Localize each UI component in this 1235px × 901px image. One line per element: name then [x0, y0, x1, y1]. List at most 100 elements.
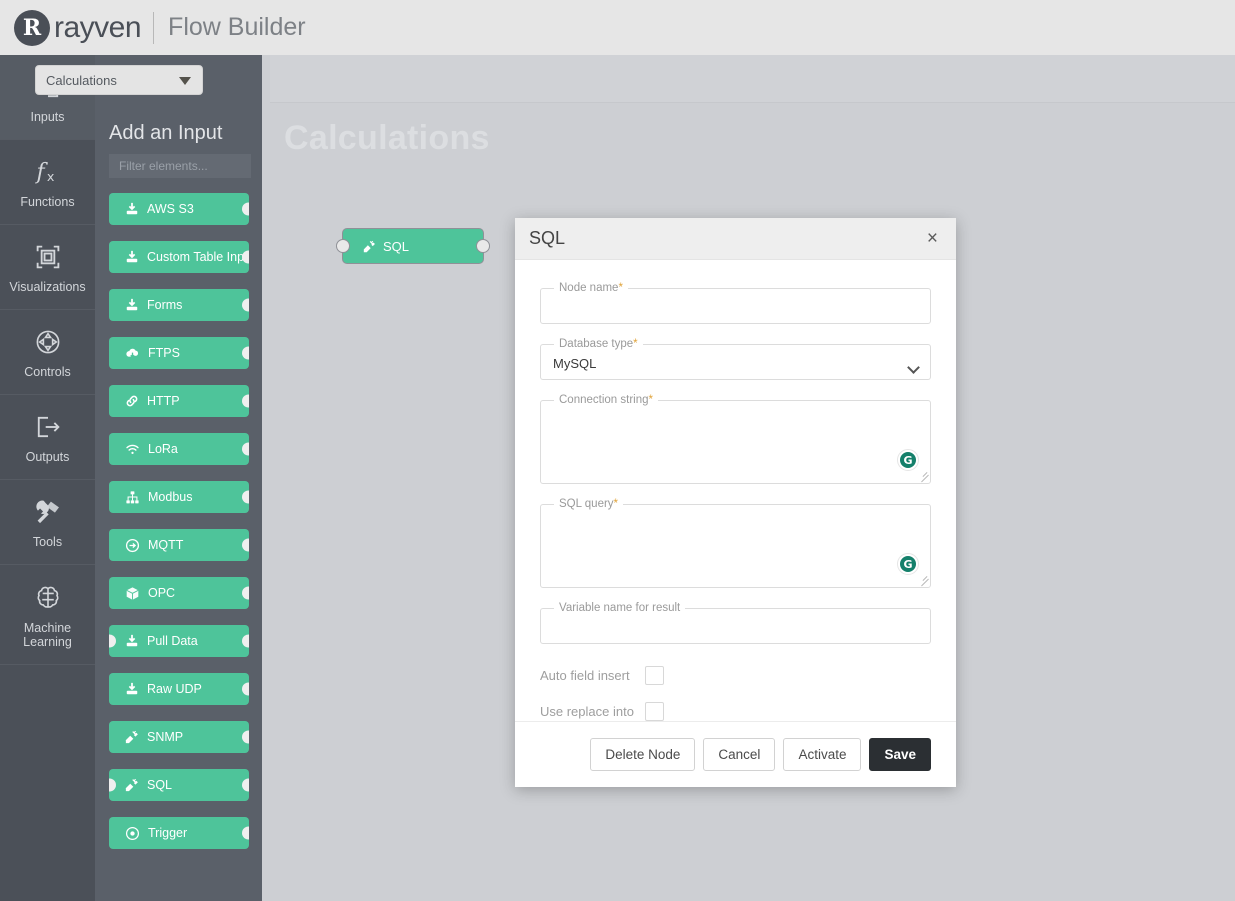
element-output-port[interactable]	[242, 682, 249, 696]
canvas-watermark-title: Calculations	[284, 119, 490, 157]
save-button[interactable]: Save	[869, 738, 931, 771]
panel-scrollbar[interactable]	[262, 55, 270, 901]
use-replace-into-row: Use replace into	[540, 702, 931, 721]
dialog-title: SQL	[529, 228, 566, 248]
rail-item-outputs[interactable]: Outputs	[0, 395, 95, 480]
rail-label: Outputs	[25, 450, 70, 464]
element-output-port[interactable]	[242, 586, 249, 600]
cloud-download-icon	[125, 346, 140, 361]
element-item-lora[interactable]: LoRa	[109, 433, 249, 465]
element-item-raw-udp[interactable]: Raw UDP	[109, 673, 249, 705]
rail-label: Inputs	[30, 110, 65, 124]
workspace-selector[interactable]: Calculations	[35, 65, 203, 95]
plug-icon	[125, 730, 139, 744]
variable-name-input[interactable]	[551, 614, 920, 640]
element-output-port[interactable]	[242, 346, 249, 360]
element-input-port[interactable]	[109, 778, 116, 792]
element-input-port[interactable]	[109, 634, 116, 648]
element-item-trigger[interactable]: Trigger	[109, 817, 249, 849]
rail-item-machine-learning[interactable]: Machine Learning	[0, 565, 95, 665]
element-output-port[interactable]	[242, 298, 249, 312]
delete-node-button[interactable]: Delete Node	[590, 738, 696, 771]
element-output-port[interactable]	[242, 730, 249, 744]
node-input-port[interactable]	[336, 239, 350, 253]
element-label: FTPS	[148, 346, 180, 360]
element-label: Raw UDP	[147, 682, 202, 696]
link-icon	[125, 394, 139, 408]
filter-elements-input[interactable]	[109, 154, 251, 178]
element-item-ftps[interactable]: FTPS	[109, 337, 249, 369]
grammarly-icon[interactable]: G	[897, 553, 919, 575]
wifi-icon	[125, 442, 140, 457]
textarea-resize-handle[interactable]	[919, 576, 929, 586]
element-output-port[interactable]	[242, 826, 249, 840]
dpad-icon	[33, 325, 63, 359]
brand-wordmark: rayven	[54, 10, 142, 44]
download-icon	[125, 634, 139, 648]
element-label: SQL	[147, 778, 173, 792]
canvas-node-sql[interactable]: SQL	[336, 228, 490, 264]
activate-button[interactable]: Activate	[783, 738, 862, 771]
grammarly-badge-letter: G	[900, 556, 916, 572]
workspace-selector-wrap: Calculations	[35, 65, 203, 95]
element-item-custom-table-input[interactable]: Custom Table Input	[109, 241, 249, 273]
connection-string-textarea[interactable]	[551, 406, 920, 470]
node-name-input[interactable]	[551, 294, 920, 320]
node-name-field: Node name*	[540, 282, 931, 324]
arrow-circle-right-icon	[125, 538, 140, 553]
elements-list[interactable]: AWS S3 Custom Table Input Forms FTPS HTT…	[95, 193, 268, 901]
rail-item-tools[interactable]: Tools	[0, 480, 95, 565]
canvas-node-label: SQL	[383, 238, 410, 254]
fx-icon: f x	[33, 155, 63, 189]
element-item-opc[interactable]: OPC	[109, 577, 249, 609]
element-output-port[interactable]	[242, 250, 249, 264]
auto-field-insert-checkbox[interactable]	[645, 666, 664, 685]
element-output-port[interactable]	[242, 202, 249, 216]
download-icon	[125, 682, 139, 696]
primary-nav-rail: Inputs f x Functions Visualizations Cont…	[0, 55, 95, 901]
element-label: OPC	[148, 586, 176, 600]
element-output-port[interactable]	[242, 490, 249, 504]
element-item-snmp[interactable]: SNMP	[109, 721, 249, 753]
element-label: Forms	[147, 298, 183, 312]
node-output-port[interactable]	[476, 239, 490, 253]
element-output-port[interactable]	[242, 634, 249, 648]
variable-name-label: Variable name for result	[559, 602, 681, 614]
dialog-body: Node name* Database type* MySQL Connecti…	[515, 260, 956, 721]
element-item-modbus[interactable]: Modbus	[109, 481, 249, 513]
top-bar: R rayven Flow Builder	[0, 0, 1235, 55]
database-type-select[interactable]: MySQL	[551, 350, 920, 376]
brain-icon	[33, 581, 63, 615]
database-type-label: Database type*	[559, 338, 638, 350]
element-label: HTTP	[147, 394, 180, 408]
element-output-port[interactable]	[242, 442, 249, 456]
output-arrow-icon	[33, 410, 63, 444]
element-item-pull-data[interactable]: Pull Data	[109, 625, 249, 657]
cancel-button[interactable]: Cancel	[703, 738, 776, 771]
element-item-http[interactable]: HTTP	[109, 385, 249, 417]
node-name-label: Node name*	[559, 282, 623, 294]
plug-icon	[125, 778, 139, 792]
rail-item-functions[interactable]: f x Functions	[0, 140, 95, 225]
sql-query-textarea[interactable]	[551, 510, 920, 574]
element-output-port[interactable]	[242, 778, 249, 792]
element-item-sql[interactable]: SQL	[109, 769, 249, 801]
frame-icon	[33, 240, 63, 274]
box-icon	[125, 586, 140, 601]
rail-item-visualizations[interactable]: Visualizations	[0, 225, 95, 310]
use-replace-into-checkbox[interactable]	[645, 702, 664, 721]
element-item-mqtt[interactable]: MQTT	[109, 529, 249, 561]
canvas-toolbar	[268, 55, 1235, 103]
textarea-resize-handle[interactable]	[919, 472, 929, 482]
grammarly-icon[interactable]: G	[897, 449, 919, 471]
element-item-aws-s3[interactable]: AWS S3	[109, 193, 249, 225]
close-icon[interactable]: ×	[923, 227, 942, 250]
rail-item-controls[interactable]: Controls	[0, 310, 95, 395]
element-item-forms[interactable]: Forms	[109, 289, 249, 321]
element-label: Trigger	[148, 826, 188, 840]
rayven-logo-icon: R	[14, 9, 50, 46]
element-output-port[interactable]	[242, 394, 249, 408]
download-icon	[125, 202, 139, 216]
element-output-port[interactable]	[242, 538, 249, 552]
variable-name-field: Variable name for result	[540, 602, 931, 644]
